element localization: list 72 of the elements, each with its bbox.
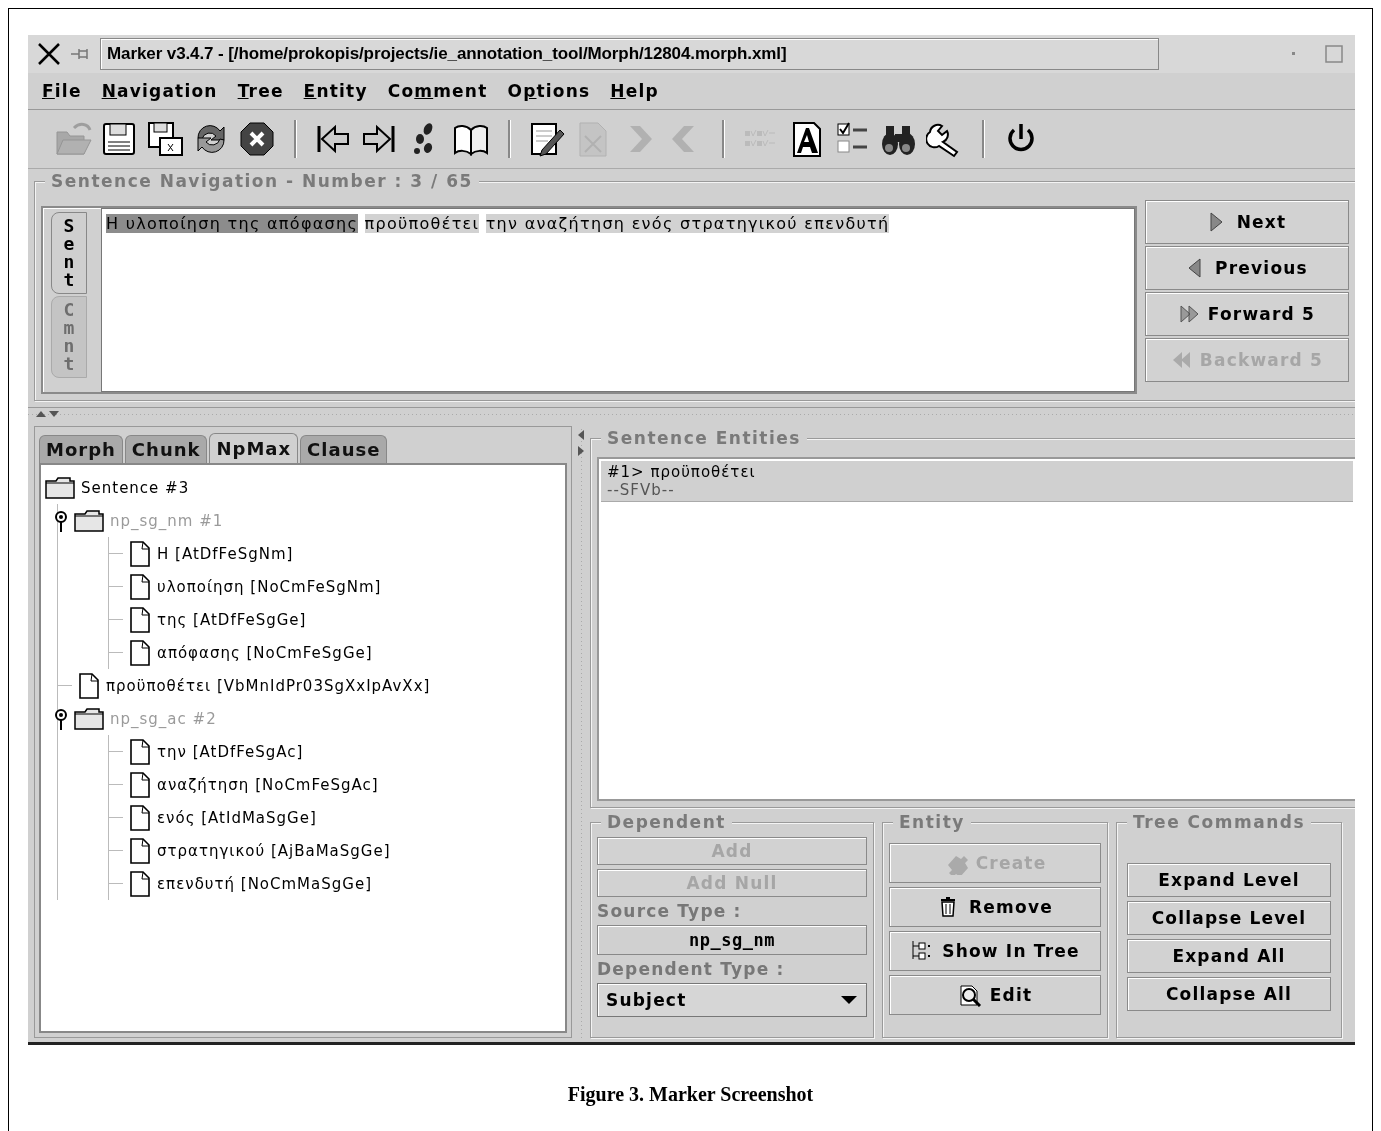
collapse-left-icon xyxy=(577,430,585,440)
tree-node-label[interactable]: επενδυτή [NoCmMaSgGe] xyxy=(157,874,372,893)
tree-command-button[interactable]: Collapse Level xyxy=(1127,901,1331,935)
group-title: Dependent xyxy=(607,812,726,832)
collapse-up-icon xyxy=(36,410,46,418)
menu-item[interactable]: Help xyxy=(602,79,667,103)
navigation-button[interactable]: Forward 5 xyxy=(1145,292,1349,336)
tree-command-button[interactable]: Collapse All xyxy=(1127,977,1331,1011)
document-icon xyxy=(129,573,151,600)
document-icon xyxy=(129,639,151,666)
menu-item[interactable]: Tree xyxy=(229,79,292,103)
group-title: Sentence Navigation - Number : 3 / 65 xyxy=(51,171,473,191)
side-tab[interactable]: Sent xyxy=(51,212,87,294)
tree-command-button[interactable]: Expand Level xyxy=(1127,863,1331,897)
document-icon xyxy=(78,672,100,699)
save-as-icon[interactable] xyxy=(146,120,184,158)
menu-item[interactable]: Comment xyxy=(379,79,496,103)
document-icon xyxy=(129,738,151,765)
tree-node-label[interactable]: Sentence #3 xyxy=(81,478,190,497)
navigation-button[interactable]: Previous xyxy=(1145,246,1349,290)
navigation-button[interactable]: Next xyxy=(1145,200,1349,244)
tree-node-label[interactable]: προϋποθέτει [VbMnIdPr03SgXxIpAvXx] xyxy=(106,676,431,695)
tree-node-label[interactable]: απόφασης [NoCmFeSgGe] xyxy=(157,643,373,662)
tree-node-label[interactable]: της [AtDfFeSgGe] xyxy=(157,610,307,629)
folder-icon xyxy=(74,509,104,532)
x-logo-icon xyxy=(36,41,62,67)
tree-node-label[interactable]: ενός [AtIdMaSgGe] xyxy=(157,808,317,827)
entity-button[interactable]: Show In Tree xyxy=(889,931,1101,971)
tree-node-label[interactable]: στρατηγικού [AjBaMaSgGe] xyxy=(157,841,391,860)
entity-button[interactable]: Edit xyxy=(889,975,1101,1015)
double-right-icon xyxy=(1178,303,1200,325)
tree-node-label[interactable]: Η [AtDfFeSgNm] xyxy=(157,544,294,563)
tree-node-label[interactable]: αναζήτηση [NoCmFeSgAc] xyxy=(157,775,379,794)
document-icon xyxy=(129,540,151,567)
folder-icon xyxy=(74,707,104,730)
group-title: Entity xyxy=(899,812,965,832)
document-icon xyxy=(129,870,151,897)
magnifier-icon xyxy=(957,983,982,1007)
dropdown-caret-icon xyxy=(840,995,858,1005)
entity-button[interactable]: Remove xyxy=(889,887,1101,927)
pin-expanded-icon[interactable] xyxy=(54,509,68,532)
figure-caption: Figure 3. Marker Screenshot xyxy=(566,1083,815,1106)
view-tab[interactable]: Clause xyxy=(300,435,388,463)
edit-note-icon[interactable] xyxy=(528,120,566,158)
document-icon xyxy=(129,804,151,831)
menu-item[interactable]: E ntity xyxy=(295,79,376,103)
window-title: Marker v3.4.7 - [/home/prokopis/projects/ie_annotation_tool/Morph/12804.morph.xml] xyxy=(100,38,1159,70)
menu-item[interactable]: Options xyxy=(499,79,599,103)
document-icon xyxy=(129,606,151,633)
menu-item[interactable]: File xyxy=(34,79,90,103)
field-label: Source Type : xyxy=(597,901,743,921)
group-title: Sentence Entities xyxy=(607,428,801,448)
document-icon xyxy=(129,837,151,864)
pin-expanded-icon[interactable] xyxy=(54,707,68,730)
view-tab[interactable]: NpMax xyxy=(209,433,299,463)
tree-node-label[interactable]: την [AtDfFeSgAc] xyxy=(157,742,304,761)
dependent-type-dropdown[interactable]: Subject xyxy=(597,983,867,1017)
tree-command-button[interactable]: Expand All xyxy=(1127,939,1331,973)
folder-icon xyxy=(45,476,75,499)
collapse-right-icon xyxy=(577,446,585,456)
document-icon xyxy=(129,771,151,798)
view-tab[interactable]: Morph xyxy=(39,435,123,463)
tree-node-label[interactable]: υλοποίηση [NoCmFeSgNm] xyxy=(157,577,382,596)
group-title: Tree Commands xyxy=(1133,812,1306,832)
menu-item[interactable]: Navigation xyxy=(93,79,226,103)
sentence-text: Η υλοποίηση της απόφασης προϋποθέτει την αναζήτηση ενός στρατηγικού επενδυτή xyxy=(101,208,1135,392)
field-label: Dependent Type : xyxy=(597,959,786,979)
stop-icon[interactable] xyxy=(238,120,276,158)
source-type-field: np_sg_nm xyxy=(597,925,867,955)
view-tab[interactable]: Chunk xyxy=(124,435,208,463)
collapse-down-icon xyxy=(49,410,59,418)
entity-list-item[interactable]: #1> προϋποθέτει --SFVb-- xyxy=(601,461,1353,502)
